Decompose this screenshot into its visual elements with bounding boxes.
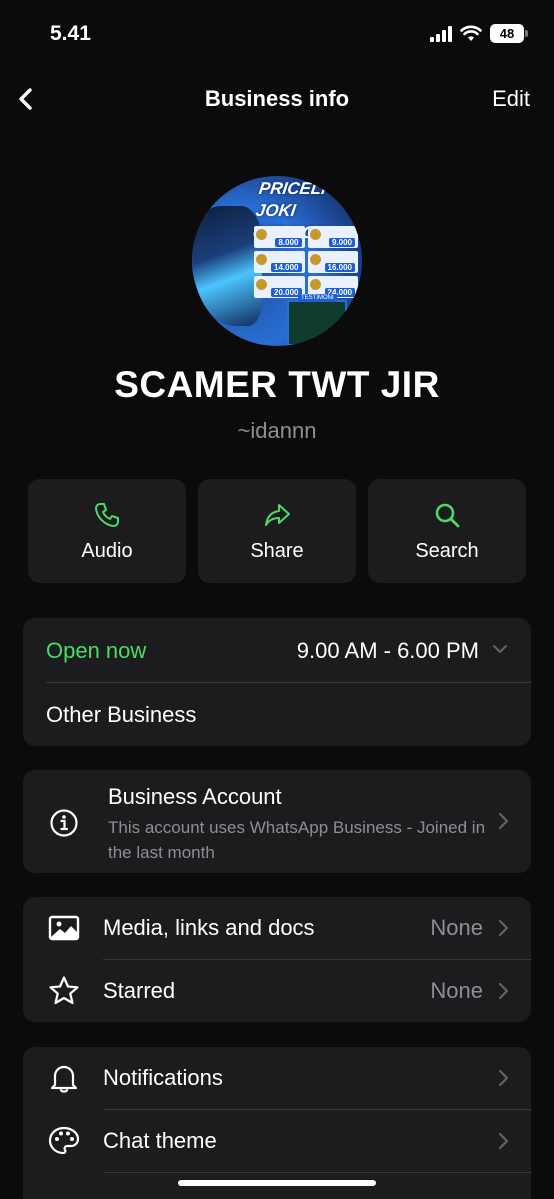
page-title: Business info (204, 86, 350, 111)
avatar-testimonial-panel (287, 300, 347, 346)
share-label: Share (250, 539, 304, 562)
profile-name: SCAMER TWT JIR (114, 364, 440, 405)
avatar-banner-line1: PRICELI (257, 179, 328, 198)
wifi-icon (460, 25, 482, 41)
status-bar: 5.41 48 (0, 0, 554, 70)
account-subtitle: This account uses WhatsApp Business - Jo… (108, 818, 486, 862)
status-time: 5.41 (50, 22, 91, 45)
bell-icon (50, 1065, 78, 1093)
phone-icon (95, 502, 119, 527)
avatar-banner: PRICELI JOKI GENDON (252, 178, 360, 242)
avatar-price-cell: 20.000 (254, 276, 305, 298)
chevron-right-icon (498, 812, 509, 830)
avatar-price: 20.000 (271, 288, 302, 297)
status-icons: 48 (430, 24, 528, 43)
star-icon (49, 976, 79, 1005)
account-title: Business Account (108, 784, 282, 809)
chevron-right-icon (498, 1069, 509, 1087)
avatar-price-cell: 8.000 (254, 226, 305, 248)
divider (46, 682, 531, 683)
avatar[interactable]: PRICELI JOKI GENDON 8.000 9.000 14.000 1… (192, 176, 362, 346)
avatar-footer-tag: TESTIMONI (298, 294, 337, 302)
audio-button[interactable]: Audio (28, 479, 186, 583)
share-button[interactable]: Share (198, 479, 356, 583)
share-arrow-icon (265, 503, 290, 526)
chevron-right-icon (498, 982, 509, 1000)
chat-theme-label: Chat theme (103, 1128, 217, 1153)
avatar-price-cell: 14.000 (254, 251, 305, 273)
divider (103, 1172, 531, 1173)
open-status: Open now (46, 638, 147, 663)
avatar-price: 14.000 (271, 263, 302, 272)
notifications-row[interactable]: Notifications (23, 1047, 531, 1109)
search-icon (435, 503, 460, 527)
starred-row[interactable]: Starred None (23, 960, 531, 1022)
business-hours-card: Open now 9.00 AM - 6.00 PM Other Busines… (23, 618, 531, 746)
avatar-price: 9.000 (328, 238, 355, 247)
media-label: Media, links and docs (103, 915, 315, 940)
media-list-card: Media, links and docs None Starred None (23, 897, 531, 1022)
business-hours-row[interactable]: Open now 9.00 AM - 6.00 PM (23, 618, 531, 682)
avatar-price-cell: 9.000 (307, 226, 358, 248)
home-indicator[interactable] (178, 1180, 376, 1186)
signal-icon (430, 25, 452, 42)
starred-value: None (430, 978, 483, 1003)
info-icon (50, 809, 78, 837)
business-category: Other Business (46, 702, 197, 727)
search-button[interactable]: Search (368, 479, 526, 583)
avatar-price-cell: 16.000 (307, 251, 358, 273)
nav-bar: Business info Edit (0, 70, 554, 130)
chevron-right-icon (498, 1132, 509, 1150)
chevron-down-icon (493, 645, 507, 653)
search-label: Search (415, 539, 479, 562)
avatar-price-grid: 8.000 9.000 14.000 16.000 20.000 24.000 (254, 226, 358, 298)
action-buttons: Audio Share Search (28, 479, 526, 583)
battery-icon: 48 (490, 24, 528, 43)
notifications-label: Notifications (103, 1065, 223, 1090)
edit-button[interactable]: Edit (492, 86, 530, 112)
starred-label: Starred (103, 978, 176, 1003)
avatar-hero-figure (192, 206, 262, 326)
settings-list-card: Notifications Chat theme (23, 1047, 531, 1199)
media-links-docs-row[interactable]: Media, links and docs None (23, 897, 531, 959)
avatar-price: 16.000 (324, 263, 355, 272)
business-account-row[interactable]: Business Account This account uses Whats… (23, 770, 531, 873)
profile-handle: ~idannn (237, 418, 317, 443)
chevron-right-icon (498, 919, 509, 937)
chat-theme-row[interactable]: Chat theme (23, 1110, 531, 1172)
media-value: None (430, 915, 483, 940)
avatar-price: 8.000 (275, 238, 302, 247)
hours-time: 9.00 AM - 6.00 PM (296, 638, 479, 663)
image-icon (48, 915, 80, 941)
palette-icon (48, 1126, 80, 1155)
audio-label: Audio (81, 539, 133, 562)
